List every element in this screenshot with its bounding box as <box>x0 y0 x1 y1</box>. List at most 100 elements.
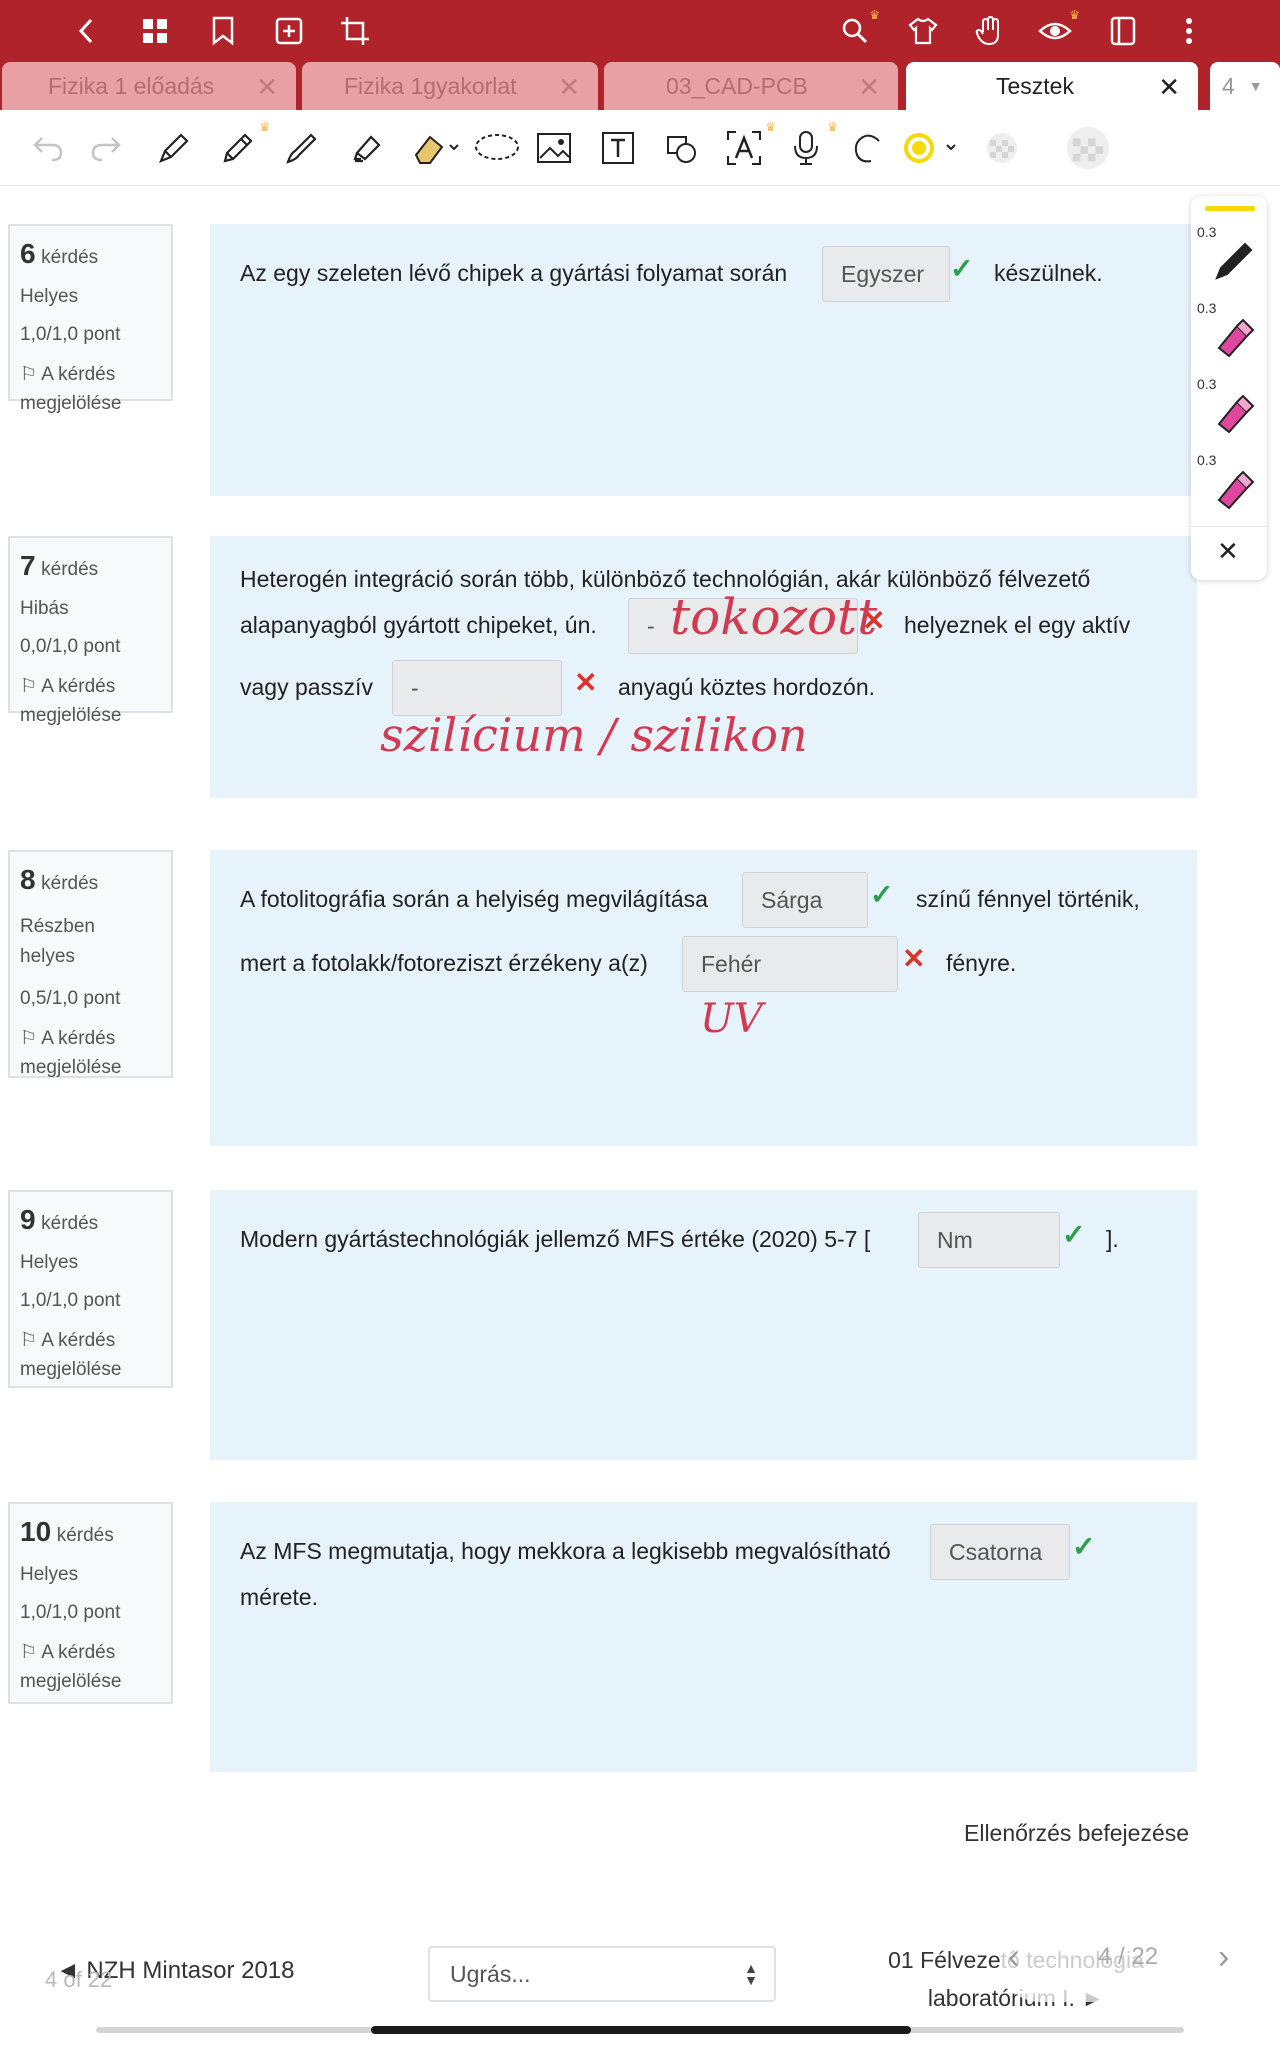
flag-question-link[interactable]: ⚐ A kérdés megjelölése <box>20 1638 161 1696</box>
question-text: fényre. <box>946 950 1017 976</box>
question-status: Hibás <box>20 598 69 619</box>
tab-cad-pcb[interactable]: 03_CAD-PCB ✕ <box>604 62 898 110</box>
wrong-cross-icon: ✕ <box>574 667 598 698</box>
question-word: kérdés <box>41 873 99 894</box>
tab-overflow-counter[interactable]: 4 ▼ <box>1210 62 1280 110</box>
grid-icon[interactable] <box>136 12 174 50</box>
tab-tesztek[interactable]: Tesztek ✕ <box>906 62 1198 110</box>
tab-label: Fizika 1 előadás <box>48 72 215 99</box>
question-text: mert a fotolakk/fotoreziszt érzékeny a(z… <box>240 950 648 976</box>
question-box-10: Az MFS megmutatja, hogy mekkora a legkis… <box>210 1502 1197 1772</box>
previous-page-icon[interactable]: ‹ <box>1008 1938 1019 1977</box>
app-top-bar: ♛ ♛ <box>0 0 1280 62</box>
lasso-icon[interactable] <box>470 126 524 170</box>
tab-fizika-eloadas[interactable]: Fizika 1 előadás ✕ <box>2 62 296 110</box>
question-text: A fotolitográfia során a helyiség megvil… <box>240 886 708 912</box>
crop-icon[interactable] <box>336 12 374 50</box>
question-box-7: Heterogén integráció során több, különbö… <box>210 536 1197 798</box>
tab-bar: Fizika 1 előadás ✕ Fizika 1gyakorlat ✕ 0… <box>0 62 1280 110</box>
flag-question-link[interactable]: ⚐ A kérdés megjelölése <box>20 360 161 418</box>
scrollbar-thumb[interactable] <box>371 2026 911 2034</box>
question-box-6: Az egy szeleten lévő chipek a gyártási f… <box>210 224 1197 496</box>
question-info-7: 7 kérdés Hibás 0,0/1,0 pont ⚐ A kérdés m… <box>8 536 173 726</box>
bookmark-icon[interactable] <box>204 12 242 50</box>
flag-question-link[interactable]: ⚐ A kérdés megjelölése <box>20 1024 161 1082</box>
question-info-9: 9 kérdés Helyes 1,0/1,0 pont ⚐ A kérdés … <box>8 1190 173 1388</box>
question-box-9: Modern gyártástechnológiák jellemző MFS … <box>210 1190 1197 1460</box>
answer-field[interactable]: Fehér <box>682 936 898 992</box>
jump-to-select[interactable]: Ugrás... ▲ ▼ <box>428 1946 776 2002</box>
highlighter-preset-pink-icon[interactable] <box>1211 466 1257 512</box>
add-page-icon[interactable] <box>270 12 308 50</box>
text-box-icon[interactable] <box>596 126 640 170</box>
brush-pen-icon[interactable] <box>280 126 324 170</box>
flag-icon: ⚐ <box>20 364 42 385</box>
question-word: kérdés <box>41 247 99 268</box>
question-text: Az egy szeleten lévő chipek a gyártási f… <box>240 260 788 286</box>
question-word: kérdés <box>56 1525 114 1546</box>
flag-question-link[interactable]: ⚐ A kérdés megjelölése <box>20 1326 161 1384</box>
pencil-icon[interactable]: ♛ <box>216 120 270 170</box>
correct-check-icon: ✓ <box>870 879 894 910</box>
flag-icon: ⚐ <box>20 1028 42 1049</box>
eye-icon[interactable]: ♛ <box>1036 8 1080 50</box>
wrong-cross-icon: ✕ <box>902 943 926 974</box>
tab-fizika-gyakorlat[interactable]: Fizika 1gyakorlat ✕ <box>302 62 598 110</box>
page-counter: 4 of 22 <box>45 1967 113 1992</box>
highlighter-preset-pink-icon[interactable] <box>1211 390 1257 436</box>
undo-icon[interactable] <box>26 126 70 170</box>
tab-label: 03_CAD-PCB <box>666 72 808 99</box>
question-word: kérdés <box>41 1213 99 1234</box>
highlighter-preset-pink-icon[interactable] <box>1211 314 1257 360</box>
transparent-color-icon[interactable] <box>1066 126 1110 170</box>
question-text: mérete. <box>240 1584 318 1610</box>
flag-question-link[interactable]: ⚐ A kérdés megjelölése <box>20 672 161 730</box>
next-page-icon[interactable]: › <box>1218 1938 1229 1977</box>
eraser-icon[interactable] <box>408 126 464 170</box>
redo-icon[interactable] <box>84 126 128 170</box>
color-picker-icon[interactable] <box>898 126 968 170</box>
finish-review-link[interactable]: Ellenőrzés befejezése <box>964 1820 1189 1847</box>
question-number: 9 <box>20 1204 36 1235</box>
page-indicator: 4 / 22 <box>1098 1943 1159 1970</box>
hand-icon[interactable] <box>970 12 1008 50</box>
close-icon[interactable]: ✕ <box>256 72 278 103</box>
transparent-color-icon[interactable] <box>980 126 1024 170</box>
answer-field[interactable]: Csatorna <box>930 1524 1070 1580</box>
question-text: alapanyagból gyártott chipeket, ún. <box>240 612 597 638</box>
answer-field[interactable]: Sárga <box>742 872 868 928</box>
close-icon[interactable]: ✕ <box>1217 536 1239 567</box>
tab-label: Tesztek <box>996 72 1074 99</box>
shirt-icon[interactable] <box>904 12 942 50</box>
close-icon[interactable]: ✕ <box>558 72 580 103</box>
image-icon[interactable] <box>532 126 576 170</box>
question-text: vagy passzív <box>240 674 373 700</box>
notebook-icon[interactable] <box>1104 12 1142 50</box>
more-icon[interactable] <box>1170 12 1208 50</box>
search-icon[interactable]: ♛ <box>836 8 880 50</box>
question-number: 10 <box>20 1516 52 1547</box>
microphone-icon[interactable]: ♛ <box>784 120 838 170</box>
question-info-6: 6 kérdés Helyes 1,0/1,0 pont ⚐ A kérdés … <box>8 224 173 414</box>
back-icon[interactable] <box>68 12 106 50</box>
handwritten-annotation: tokozott <box>670 588 878 646</box>
fountain-pen-icon[interactable] <box>152 126 196 170</box>
text-recognition-icon[interactable]: ♛ <box>722 120 776 170</box>
question-text: Heterogén integráció során több, különbö… <box>240 566 1091 592</box>
flag-icon: ⚐ <box>20 1642 42 1663</box>
question-text: színű fénnyel történik, <box>916 886 1140 912</box>
question-points: 1,0/1,0 pont <box>20 1290 121 1311</box>
crown-icon: ♛ <box>869 8 880 22</box>
shapes-icon[interactable] <box>660 126 704 170</box>
crown-icon: ♛ <box>1069 8 1080 22</box>
close-icon[interactable]: ✕ <box>1158 72 1180 103</box>
divider <box>1191 526 1267 527</box>
drawing-toolbar: ♛ ♛ ♛ <box>0 110 1280 186</box>
question-status: Helyes <box>20 1252 79 1273</box>
answer-field[interactable]: Egyszer <box>822 246 950 302</box>
laser-pointer-icon[interactable] <box>846 126 890 170</box>
pen-preset-black-icon[interactable] <box>1211 238 1257 284</box>
answer-field[interactable]: Nm <box>918 1212 1060 1268</box>
highlighter-icon[interactable] <box>344 126 388 170</box>
close-icon[interactable]: ✕ <box>858 72 880 103</box>
